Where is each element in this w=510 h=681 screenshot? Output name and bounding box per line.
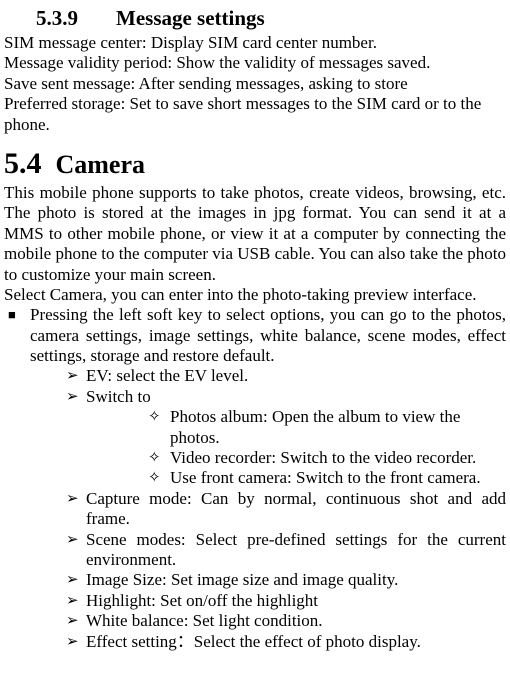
- list-item-text: White balance: Set light condition.: [86, 611, 323, 630]
- chapter-body-54: This mobile phone supports to take photo…: [4, 183, 506, 652]
- body-line: Save sent message: After sending message…: [4, 74, 506, 94]
- list-item-text: Scene modes: Select pre-defined settings…: [86, 530, 506, 569]
- list-item-text: Video recorder: Switch to the video reco…: [170, 448, 476, 467]
- list-level1: Pressing the left soft key to select opt…: [4, 305, 506, 652]
- list-item-text: Highlight: Set on/off the highlight: [86, 591, 318, 610]
- document-page: 5.3.9Message settings SIM message center…: [0, 0, 510, 662]
- list-item: Video recorder: Switch to the video reco…: [86, 448, 506, 468]
- list-item-text: Pressing the left soft key to select opt…: [30, 305, 506, 365]
- chapter-title: Camera: [56, 150, 146, 179]
- section-title: Message settings: [116, 6, 265, 30]
- list-item: EV: select the EV level.: [30, 366, 506, 386]
- list-item: Photos album: Open the album to view the…: [86, 407, 506, 448]
- body-line: Message validity period: Show the validi…: [4, 53, 506, 73]
- list-item: Use front camera: Switch to the front ca…: [86, 468, 506, 488]
- paragraph: Select Camera, you can enter into the ph…: [4, 285, 506, 305]
- body-line: Preferred storage: Set to save short mes…: [4, 94, 506, 135]
- list-item-text: Switch to: [86, 387, 151, 406]
- list-item-text: Photos album: Open the album to view the…: [170, 407, 460, 446]
- list-item: White balance: Set light condition.: [30, 611, 506, 631]
- list-item: Pressing the left soft key to select opt…: [4, 305, 506, 652]
- section-heading-539: 5.3.9Message settings: [4, 6, 506, 31]
- list-item-text: EV: select the EV level.: [86, 366, 248, 385]
- paragraph: This mobile phone supports to take photo…: [4, 183, 506, 285]
- list-item-text: Effect setting：Select the effect of phot…: [86, 632, 421, 651]
- chapter-number: 5.4: [4, 147, 42, 180]
- list-item-text: Use front camera: Switch to the front ca…: [170, 468, 481, 487]
- chapter-heading-54: 5.4 Camera: [4, 147, 506, 181]
- section-body-539: SIM message center: Display SIM card cen…: [4, 33, 506, 135]
- list-item: Highlight: Set on/off the highlight: [30, 591, 506, 611]
- list-item: Switch to Photos album: Open the album t…: [30, 387, 506, 489]
- body-line: SIM message center: Display SIM card cen…: [4, 33, 506, 53]
- list-item: Scene modes: Select pre-defined settings…: [30, 530, 506, 571]
- list-item: Effect setting：Select the effect of phot…: [30, 632, 506, 652]
- list-item-text: Image Size: Set image size and image qua…: [86, 570, 398, 589]
- list-item: Image Size: Set image size and image qua…: [30, 570, 506, 590]
- list-level2: EV: select the EV level. Switch to Photo…: [30, 366, 506, 651]
- section-number: 5.3.9: [4, 6, 116, 31]
- list-item-text: Capture mode: Can by normal, continuous …: [86, 489, 506, 528]
- list-level3: Photos album: Open the album to view the…: [86, 407, 506, 489]
- list-item: Capture mode: Can by normal, continuous …: [30, 489, 506, 530]
